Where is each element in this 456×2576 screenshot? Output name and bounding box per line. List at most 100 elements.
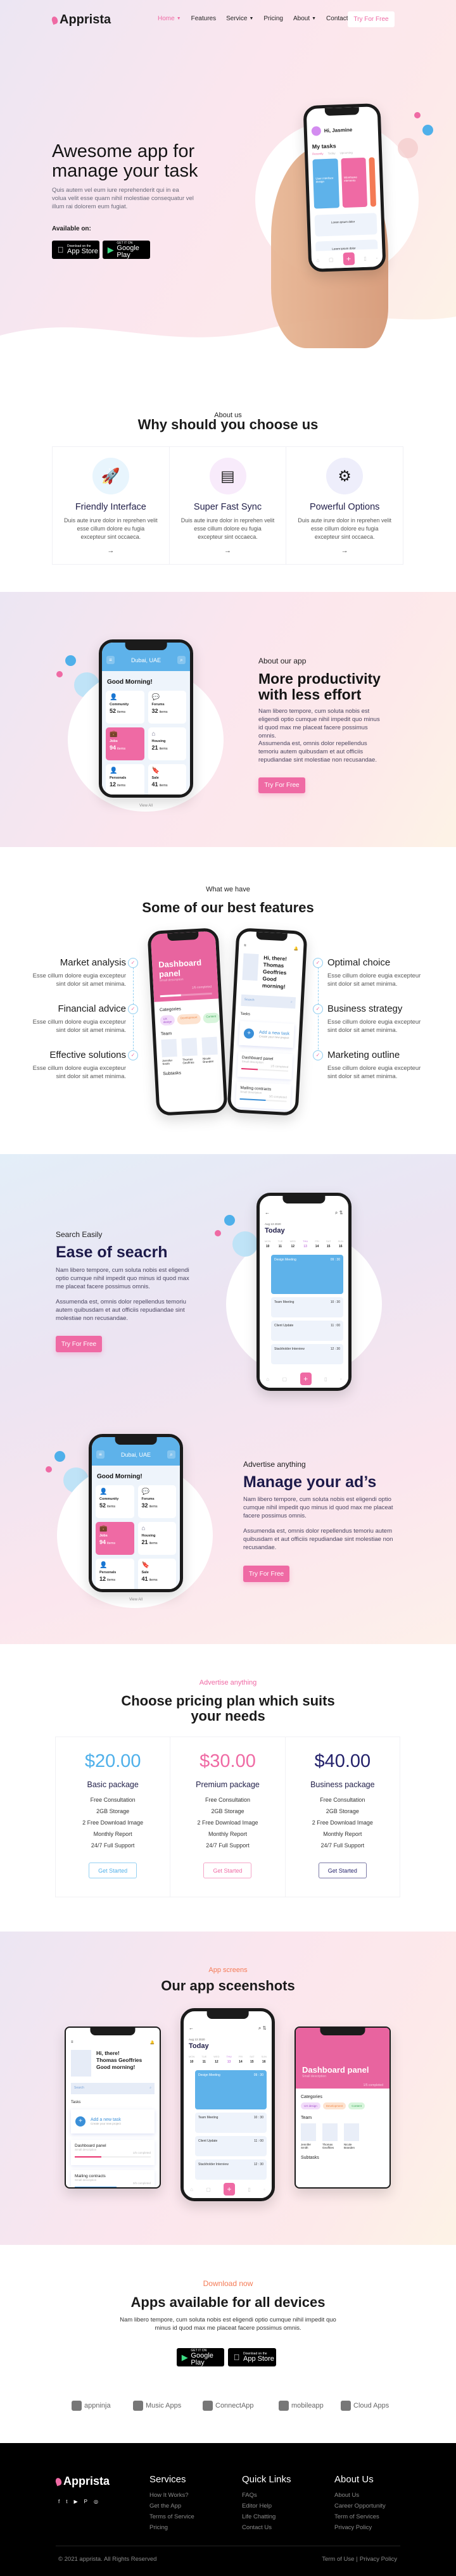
event-card[interactable]: Design Meeting 09 : 30 xyxy=(195,2070,267,2109)
try-for-free-nav-button[interactable]: Try For Free xyxy=(348,11,395,27)
day-cell[interactable]: SAT 15 xyxy=(326,1240,331,1248)
google-play-button[interactable]: ▶ GET IT ON Google Play xyxy=(177,2348,224,2366)
menu-icon[interactable]: ≡ xyxy=(244,944,246,948)
tab-icon[interactable]: ◦ xyxy=(340,1376,342,1382)
category-chip[interactable]: Development xyxy=(322,2102,346,2109)
nav-about[interactable]: About ▼ xyxy=(293,15,316,22)
facebook-icon[interactable]: f xyxy=(58,2499,60,2504)
footer-link[interactable]: FAQs xyxy=(242,2490,291,2501)
get-started-button[interactable]: Get Started xyxy=(89,1863,137,1878)
view-all-link[interactable]: View All xyxy=(99,804,193,808)
category-tile[interactable]: 🔖 Sale 41 items xyxy=(148,764,186,795)
footer-link[interactable]: How It Works? xyxy=(149,2490,194,2501)
google-play-button[interactable]: ▶ GET IT ON Google Play xyxy=(103,241,150,259)
task-progress-card[interactable]: Mailing contracts Small description 3/5 co… xyxy=(71,2170,155,2187)
add-task-card[interactable]: + Add a new task Create your new project xyxy=(71,2109,155,2133)
nav-features[interactable]: Features xyxy=(191,15,216,22)
day-cell[interactable]: FRI 14 xyxy=(239,2055,243,2064)
category-tile[interactable]: 🔖 Sale 41 items xyxy=(137,1559,176,1589)
footer-link[interactable]: Contact Us xyxy=(242,2522,291,2533)
search-input[interactable]: Search ⌕ xyxy=(241,994,296,1009)
category-tile[interactable]: 💬 Forums 32 items xyxy=(137,1485,176,1518)
try-for-free-button[interactable]: Try For Free xyxy=(258,777,305,793)
privacy-policy-link[interactable]: Privacy Policy xyxy=(360,2556,397,2563)
term-of-use-link[interactable]: Term of Use xyxy=(322,2556,354,2563)
event-card[interactable]: Stackholder Interview 12 : 30 xyxy=(195,2159,267,2180)
add-icon[interactable]: + xyxy=(224,2183,236,2196)
category-tile[interactable]: 💬 Forums 32 items xyxy=(148,691,186,724)
day-cell[interactable]: WED 12 xyxy=(290,1240,296,1248)
day-cell[interactable]: TUE 11 xyxy=(201,2055,206,2064)
view-all-link[interactable]: View All xyxy=(89,1598,183,1602)
event-card[interactable]: Design Meeting 09 : 30 xyxy=(271,1255,343,1294)
search-filter-icons[interactable]: ⌕ ⇅ xyxy=(335,1210,343,1216)
nav-home[interactable]: Home ▼ xyxy=(158,15,181,22)
category-chip[interactable]: Content xyxy=(348,2102,365,2109)
footer-link[interactable]: Privacy Policy xyxy=(334,2522,386,2533)
task-progress-card[interactable]: Mailing contracts Small description 3/5 co… xyxy=(235,1081,291,1110)
search-input[interactable]: Search ⌕ xyxy=(71,2083,155,2094)
event-card[interactable]: Team Meeting 10 : 30 xyxy=(195,2113,267,2133)
tab-icon[interactable]: ◦ xyxy=(263,2187,265,2192)
task-progress-card[interactable]: Dashboard panel Small description 1/5 comp… xyxy=(71,2140,155,2165)
youtube-icon[interactable]: ▶ xyxy=(73,2499,77,2504)
day-cell[interactable]: SAT 15 xyxy=(250,2055,254,2064)
footer-link[interactable]: Get the App xyxy=(149,2501,194,2511)
get-started-button[interactable]: Get Started xyxy=(203,1863,252,1878)
day-cell[interactable]: SUN 16 xyxy=(261,2055,266,2064)
arrow-right-icon[interactable]: → xyxy=(53,547,169,555)
add-icon[interactable]: + xyxy=(300,1373,312,1385)
get-started-button[interactable]: Get Started xyxy=(318,1863,367,1878)
twitter-icon[interactable]: t xyxy=(66,2499,67,2504)
footer-link[interactable]: Editor Help xyxy=(242,2501,291,2511)
category-tile[interactable]: 👤 Community 52 items xyxy=(96,1485,134,1518)
task-progress-card[interactable]: Dashboard panel Small description 1/5 comp… xyxy=(237,1051,293,1080)
back-arrow-icon[interactable]: ← xyxy=(265,1210,270,1216)
tab-icon[interactable]: ⌂ xyxy=(190,2187,193,2192)
bell-icon[interactable]: 🔔 xyxy=(293,946,298,951)
try-for-free-button[interactable]: Try For Free xyxy=(243,1566,289,1582)
category-chip[interactable]: UX design xyxy=(160,1015,175,1026)
day-cell[interactable]: THU 13 xyxy=(303,1240,308,1248)
category-tile[interactable]: 👤 Personals 12 items xyxy=(96,1559,134,1589)
category-tile[interactable]: ⌂ Housing 21 items xyxy=(148,727,186,760)
nav-contact[interactable]: Contact xyxy=(326,15,348,22)
footer-link[interactable]: About Us xyxy=(334,2490,386,2501)
logo[interactable]: Apprista xyxy=(51,13,111,27)
event-card[interactable]: Client Update 11 : 00 xyxy=(271,1321,343,1341)
tab-icon[interactable]: ▯ xyxy=(248,2187,250,2192)
event-card[interactable]: Client Update 11 : 00 xyxy=(195,2136,267,2156)
day-cell[interactable]: THU 13 xyxy=(227,2055,232,2064)
tab-icon[interactable]: ▢ xyxy=(206,2187,211,2192)
day-cell[interactable]: TUE 11 xyxy=(277,1240,282,1248)
tab-icon[interactable]: ⌂ xyxy=(266,1376,269,1382)
day-cell[interactable]: MON 10 xyxy=(189,2055,194,2064)
day-cell[interactable]: WED 12 xyxy=(213,2055,219,2064)
day-cell[interactable]: MON 10 xyxy=(265,1240,270,1248)
pinterest-icon[interactable]: P xyxy=(84,2499,87,2504)
category-tile[interactable]: 👤 Community 52 items xyxy=(106,691,144,724)
footer-link[interactable]: Life Chatting xyxy=(242,2511,291,2522)
footer-link[interactable]: Career Opportunity xyxy=(334,2501,386,2511)
menu-icon[interactable]: ≡ xyxy=(71,2040,73,2045)
nav-service[interactable]: Service ▼ xyxy=(226,15,253,22)
day-cell[interactable]: FRI 14 xyxy=(315,1240,319,1248)
app-store-button[interactable]: Download on theApp Store xyxy=(52,241,99,259)
try-for-free-button[interactable]: Try For Free xyxy=(56,1336,102,1352)
category-chip[interactable]: Content xyxy=(203,1012,220,1024)
back-arrow-icon[interactable]: ← xyxy=(189,2025,194,2032)
day-cell[interactable]: SUN 16 xyxy=(338,1240,343,1248)
arrow-right-icon[interactable]: → xyxy=(170,547,286,555)
arrow-right-icon[interactable]: → xyxy=(286,547,403,555)
category-tile[interactable]: ⌂ Housing 21 items xyxy=(137,1522,176,1555)
footer-link[interactable]: Term of Services xyxy=(334,2511,386,2522)
footer-link[interactable]: Pricing xyxy=(149,2522,194,2533)
footer-link[interactable]: Terms of Service xyxy=(149,2511,194,2522)
tab-icon[interactable]: ▯ xyxy=(324,1376,327,1382)
category-chip[interactable]: UX design xyxy=(301,2102,320,2109)
category-tile[interactable]: 💼 Jobs 94 items xyxy=(96,1522,134,1555)
tab-icon[interactable]: ▢ xyxy=(282,1376,288,1382)
add-task-card[interactable]: + Add a new task Create your new project xyxy=(239,1021,294,1048)
instagram-icon[interactable]: ◎ xyxy=(94,2499,98,2504)
category-tile[interactable]: 👤 Personals 12 items xyxy=(106,764,144,795)
